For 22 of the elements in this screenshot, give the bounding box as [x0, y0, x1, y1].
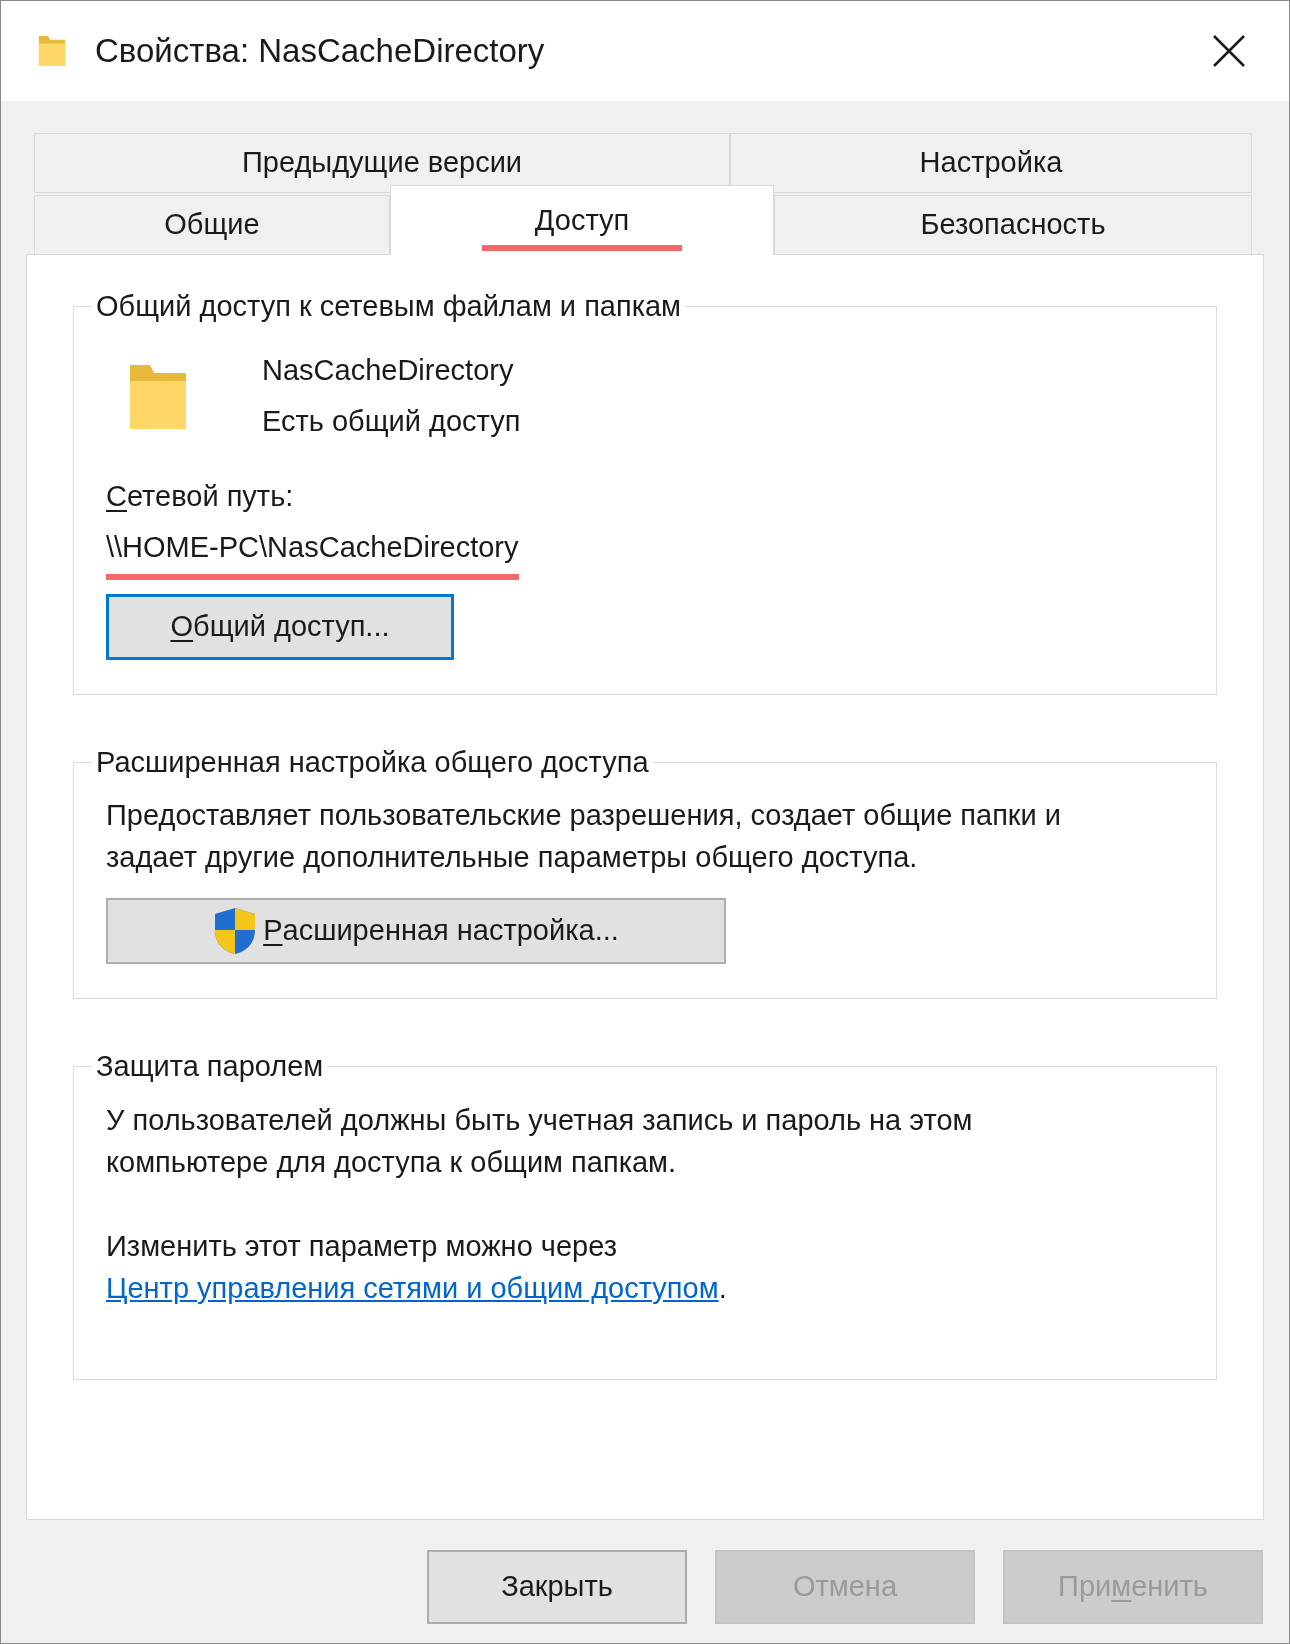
tab[interactable]: Предыдущие версии	[34, 133, 730, 193]
share-status: Есть общий доступ	[262, 404, 521, 439]
shield-icon	[213, 906, 258, 956]
tab[interactable]: Доступ	[390, 185, 774, 255]
advanced-settings-button[interactable]: Расширенная настройка...	[106, 898, 726, 964]
network-center-link[interactable]: Центр управления сетями и общим доступом	[106, 1271, 719, 1304]
group-title: Общий доступ к сетевым файлам и папкам	[95, 289, 683, 324]
group-title: Защита паролем	[95, 1049, 325, 1084]
folder-name: NasCacheDirectory	[262, 352, 515, 388]
window-title: Свойства: NasCacheDirectory	[95, 31, 545, 72]
dialog-button[interactable]: Закрыть	[427, 1550, 687, 1624]
tab[interactable]: Настройка	[730, 133, 1252, 193]
network-path: \\HOME-PC\NasCacheDirectory	[106, 531, 519, 563]
description-text: Предоставляет пользовательские разрешения, создает общие папки и задает другие дополнительные параметры общего доступа.	[106, 798, 1062, 875]
tab[interactable]: Общие	[34, 195, 390, 255]
settings-note: Изменить этот параметр можно через Центр управления сетями и общим доступом.	[106, 1228, 728, 1306]
group-title: Расширенная настройка общего доступа	[95, 744, 650, 780]
close-icon	[1212, 34, 1246, 68]
share-button[interactable]: Общий доступ...	[106, 593, 454, 660]
path-label: Сетевой путь:	[106, 478, 295, 514]
description-text: У пользователей должны быть учетная запись и пароль на этом компьютере для доступа к общим папкам.	[106, 1102, 974, 1180]
tab[interactable]: Безопасность	[774, 195, 1252, 255]
